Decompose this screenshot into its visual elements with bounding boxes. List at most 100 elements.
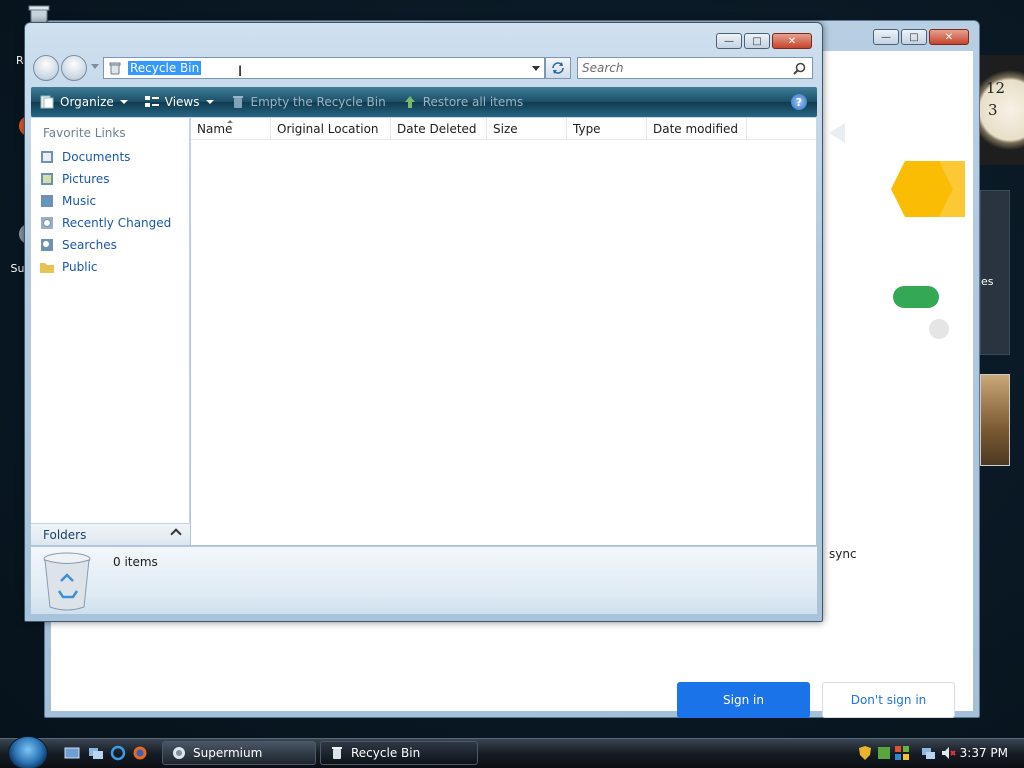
security-shield-icon[interactable] bbox=[858, 745, 872, 761]
text-cursor-icon: I bbox=[238, 64, 243, 80]
command-bar: Organize Views Empty the Recycle Bin Res… bbox=[31, 87, 817, 117]
start-button[interactable] bbox=[8, 736, 48, 768]
column-headers: Name Original Location Date Deleted Size… bbox=[191, 118, 816, 140]
clock-gadget[interactable]: 12 3 bbox=[980, 55, 1024, 165]
nav-link-searches[interactable]: Searches bbox=[31, 234, 189, 256]
documents-icon bbox=[41, 151, 53, 163]
folders-label: Folders bbox=[43, 527, 87, 542]
music-icon bbox=[41, 195, 53, 207]
green-toggle-graphic bbox=[893, 286, 939, 308]
taskbar-item-supermium[interactable]: Supermium bbox=[162, 741, 316, 765]
recycle-bin-icon bbox=[332, 747, 342, 759]
system-tray: 3:37 PM bbox=[854, 738, 1024, 768]
minimize-button[interactable]: — bbox=[716, 33, 742, 49]
views-label: Views bbox=[164, 95, 200, 109]
empty-recycle-bin-button[interactable]: Empty the Recycle Bin bbox=[230, 94, 386, 110]
clock-numeral: 3 bbox=[988, 101, 998, 119]
nav-link-label: Documents bbox=[62, 150, 131, 164]
restore-all-label: Restore all items bbox=[422, 95, 524, 109]
nav-link-public[interactable]: Public bbox=[31, 256, 189, 278]
supermium-icon bbox=[173, 747, 185, 759]
refresh-icon bbox=[552, 62, 564, 74]
address-dropdown-icon[interactable] bbox=[532, 66, 540, 71]
nav-link-recently-changed[interactable]: Recently Changed bbox=[31, 212, 189, 234]
column-header-name[interactable]: Name bbox=[191, 118, 271, 140]
folders-toggle[interactable]: Folders bbox=[31, 523, 190, 545]
address-text[interactable]: Recycle Bin bbox=[128, 61, 202, 75]
details-pane: 0 items bbox=[31, 546, 817, 614]
empty-bin-label: Empty the Recycle Bin bbox=[250, 95, 386, 109]
maximize-button[interactable]: □ bbox=[901, 29, 927, 45]
internet-explorer-icon[interactable] bbox=[110, 745, 126, 761]
file-list[interactable]: Name Original Location Date Deleted Size… bbox=[191, 118, 816, 545]
column-header-type[interactable]: Type bbox=[567, 118, 647, 140]
nav-link-label: Searches bbox=[62, 238, 117, 252]
dont-sign-in-button[interactable]: Don't sign in bbox=[822, 682, 955, 718]
search-icon[interactable] bbox=[793, 62, 806, 75]
refresh-button[interactable] bbox=[545, 57, 571, 79]
pictures-icon bbox=[41, 173, 53, 185]
decorative-dot bbox=[929, 319, 949, 339]
clock-numeral: 12 bbox=[986, 79, 1006, 97]
volume-muted-icon[interactable] bbox=[940, 745, 956, 761]
navigation-pane: Favorite Links Documents Pictures Music … bbox=[31, 118, 190, 545]
taskbar-clock[interactable]: 3:37 PM bbox=[960, 746, 1008, 760]
gadget-text: es bbox=[981, 275, 994, 288]
nav-link-documents[interactable]: Documents bbox=[31, 146, 189, 168]
recycle-bin-icon bbox=[232, 96, 243, 108]
windows-flag-icon[interactable] bbox=[894, 745, 910, 761]
restore-all-button[interactable]: Restore all items bbox=[402, 94, 524, 110]
chevron-up-icon bbox=[170, 528, 182, 540]
chevron-down-icon bbox=[119, 100, 128, 104]
forward-button[interactable] bbox=[61, 55, 87, 81]
hexagon-graphic bbox=[891, 161, 965, 217]
chevron-down-icon bbox=[205, 100, 214, 104]
organize-label: Organize bbox=[60, 95, 114, 109]
recycle-bin-icon bbox=[43, 552, 91, 611]
restore-arrow-icon bbox=[404, 96, 415, 108]
item-count: 0 items bbox=[113, 555, 158, 569]
help-icon[interactable]: ? bbox=[791, 94, 807, 110]
slideshow-gadget[interactable] bbox=[980, 374, 1010, 466]
column-header-date-modified[interactable]: Date modified bbox=[647, 118, 747, 140]
folder-icon bbox=[40, 263, 54, 273]
recycle-bin-window: — □ ✕ Recycle Bin Search Organize Views … bbox=[24, 22, 823, 622]
nav-link-label: Public bbox=[62, 260, 98, 274]
back-button[interactable] bbox=[33, 55, 59, 81]
network-icon[interactable] bbox=[920, 745, 936, 761]
sidebar-gadget[interactable]: es bbox=[980, 190, 1010, 355]
minimize-button[interactable]: — bbox=[873, 29, 899, 45]
taskbar-item-recycle-bin[interactable]: Recycle Bin bbox=[320, 741, 478, 765]
firefox-icon[interactable] bbox=[132, 745, 148, 761]
sign-in-button[interactable]: Sign in bbox=[677, 682, 810, 718]
maximize-button[interactable]: □ bbox=[744, 33, 770, 49]
search-box[interactable]: Search bbox=[577, 57, 813, 79]
column-header-date-deleted[interactable]: Date Deleted bbox=[391, 118, 487, 140]
favorite-links-header: Favorite Links bbox=[43, 126, 126, 140]
nav-link-label: Recently Changed bbox=[62, 216, 172, 230]
task-label: Supermium bbox=[193, 746, 263, 760]
address-bar[interactable]: Recycle Bin bbox=[103, 57, 545, 79]
nav-link-label: Music bbox=[62, 194, 97, 208]
close-button[interactable]: ✕ bbox=[772, 33, 812, 49]
views-icon bbox=[144, 96, 159, 107]
searches-icon bbox=[41, 239, 53, 251]
nav-link-pictures[interactable]: Pictures bbox=[31, 168, 189, 190]
views-menu[interactable]: Views bbox=[144, 94, 214, 110]
nav-link-label: Pictures bbox=[62, 172, 110, 186]
organize-menu[interactable]: Organize bbox=[39, 94, 128, 110]
task-label: Recycle Bin bbox=[351, 746, 421, 760]
organize-icon bbox=[40, 95, 54, 109]
nav-link-music[interactable]: Music bbox=[31, 190, 189, 212]
column-header-size[interactable]: Size bbox=[487, 118, 567, 140]
close-button[interactable]: ✕ bbox=[929, 29, 969, 45]
switch-windows-icon[interactable] bbox=[88, 745, 104, 761]
recently-changed-icon bbox=[41, 217, 53, 229]
update-icon[interactable] bbox=[876, 745, 892, 761]
recycle-bin-icon bbox=[109, 62, 121, 75]
recent-pages-dropdown[interactable] bbox=[91, 64, 99, 69]
search-placeholder: Search bbox=[582, 61, 624, 75]
show-desktop-icon[interactable] bbox=[64, 745, 80, 761]
decorative-shape bbox=[829, 123, 845, 143]
column-header-original-location[interactable]: Original Location bbox=[271, 118, 391, 140]
